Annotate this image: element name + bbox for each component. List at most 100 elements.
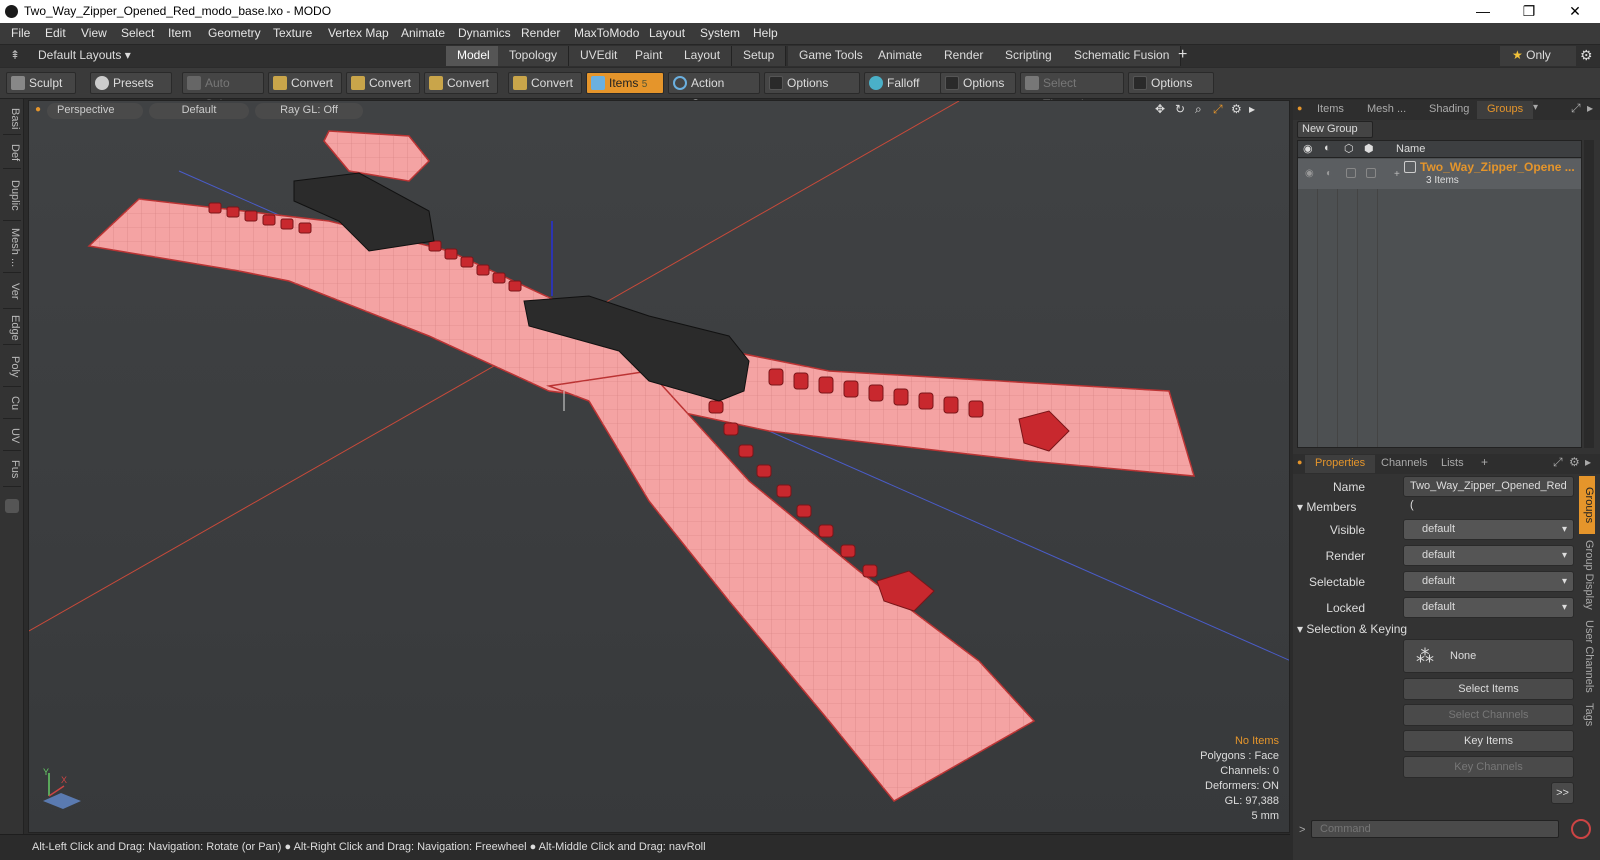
3d-viewport[interactable]: Y X ● Perspective Default Ray GL: Off ✥ … (28, 100, 1290, 833)
tab-render[interactable]: Render (933, 46, 996, 66)
key-channels-button[interactable]: Key Channels (1403, 756, 1574, 778)
menu-select[interactable]: Select (121, 26, 154, 40)
tab-dropdown-icon[interactable]: ▾ (1533, 102, 1538, 113)
menu-item[interactable]: Item (168, 26, 191, 40)
tab-fusion[interactable]: Fus (3, 453, 21, 487)
fit-view-icon[interactable]: ⤢ (1213, 102, 1223, 117)
menu-dynamics[interactable]: Dynamics (458, 26, 511, 40)
shading-dropdown[interactable]: Default (149, 103, 249, 119)
groups-list-scrollbar[interactable] (1584, 140, 1594, 448)
zoom-view-icon[interactable]: ⌕ (1195, 102, 1202, 117)
group-row[interactable]: ◉ ◐ + Two_Way_Zipper_Opene ... 3 Items (1298, 159, 1581, 189)
maximize-button[interactable]: ❐ (1506, 0, 1552, 23)
eye-icon[interactable]: ◉ (1303, 142, 1313, 155)
members-section[interactable]: ▾ Members (1297, 500, 1356, 514)
panel-menu-dot-icon[interactable]: ● (1297, 457, 1302, 467)
selection-keying-section[interactable]: ▾ Selection & Keying (1297, 622, 1407, 636)
menu-layout[interactable]: Layout (649, 26, 685, 40)
default-layouts-dropdown[interactable]: Default Layouts ▾ (38, 48, 131, 62)
tab-edge[interactable]: Edge (3, 311, 21, 345)
menu-render[interactable]: Render (521, 26, 560, 40)
select-toggle-icon[interactable] (1366, 168, 1376, 178)
visible-toggle-icon[interactable]: ◉ (1305, 168, 1314, 179)
expand-group-icon[interactable]: + (1394, 169, 1400, 180)
tab-game-tools[interactable]: Game Tools (788, 46, 875, 66)
name-field[interactable]: Two_Way_Zipper_Opened_Red ( (1403, 476, 1574, 511)
presets-button[interactable]: Presets F6 (90, 72, 172, 111)
tab-mesh[interactable]: Mesh ... (1357, 101, 1416, 119)
record-icon[interactable] (1571, 819, 1591, 839)
menu-maxtomodo[interactable]: MaxToModo (574, 26, 639, 40)
only-toggle[interactable]: ★ Only (1500, 46, 1576, 66)
panel-gear-icon[interactable]: ⚙ (1569, 455, 1580, 469)
menu-view[interactable]: View (81, 26, 107, 40)
tab-lists[interactable]: Lists (1431, 455, 1474, 473)
collapse-panel-icon[interactable]: ▸ (1587, 101, 1593, 115)
menu-file[interactable]: File (11, 26, 30, 40)
group-name[interactable]: Two_Way_Zipper_Opene ... (1420, 160, 1575, 174)
key-items-button[interactable]: Key Items (1403, 730, 1574, 752)
tab-deform[interactable]: Def (3, 137, 21, 169)
tab-curve[interactable]: Cu (3, 389, 21, 419)
raygl-dropdown[interactable]: Ray GL: Off (255, 103, 363, 119)
render-toggle-icon[interactable]: ◐ (1326, 168, 1332, 179)
tab-polygon[interactable]: Poly (3, 347, 21, 387)
select-channels-button[interactable]: Select Channels (1403, 704, 1574, 726)
perspective-dropdown[interactable]: Perspective (47, 103, 143, 119)
lock-toggle-icon[interactable] (1346, 168, 1356, 178)
tab-basic[interactable]: Basi (3, 103, 21, 135)
tab-channels[interactable]: Channels (1371, 455, 1437, 473)
expand-panel-icon[interactable]: ⤢ (1571, 101, 1581, 116)
tab-scripting[interactable]: Scripting (994, 46, 1064, 66)
menu-system[interactable]: System (700, 26, 740, 40)
select-items-button[interactable]: Select Items (1403, 678, 1574, 700)
menu-animate[interactable]: Animate (401, 26, 445, 40)
tab-uvedit[interactable]: UVEdit (569, 46, 630, 66)
menu-texture[interactable]: Texture (273, 26, 312, 40)
sculpt-button[interactable]: Sculpt (6, 72, 76, 94)
tab-uv[interactable]: UV (3, 421, 21, 451)
tab-schematic-fusion[interactable]: Schematic Fusion (1063, 46, 1182, 66)
close-button[interactable]: ✕ (1552, 0, 1598, 23)
tab-topology[interactable]: Topology (498, 46, 570, 66)
move-view-icon[interactable]: ✥ (1155, 102, 1165, 116)
menu-vertex-map[interactable]: Vertex Map (328, 26, 389, 40)
options-button-1[interactable]: Options (764, 72, 860, 94)
viewport-expand-icon[interactable]: ▸ (1249, 102, 1255, 116)
collapse-panel-icon[interactable]: ▸ (1585, 455, 1591, 469)
command-input[interactable] (1311, 820, 1559, 838)
select-through-button[interactable]: Select Through (1020, 72, 1124, 111)
convert-button-4[interactable]: Convert (508, 72, 582, 94)
name-column-header[interactable]: Name (1396, 143, 1425, 155)
lock-icon[interactable]: ⬡ (1344, 142, 1354, 155)
side-tab-groups[interactable]: Groups (1579, 476, 1595, 534)
tab-animate[interactable]: Animate (867, 46, 935, 66)
render-select[interactable]: default ▾ (1403, 545, 1574, 566)
none-button[interactable]: ⁂ None (1403, 639, 1574, 673)
groups-list[interactable]: ◉ ◐ ⬡ ⬢ Name ◉ ◐ + Two_Way_Zipper_Opene … (1297, 140, 1582, 448)
tab-shading[interactable]: Shading (1419, 101, 1479, 119)
tab-groups[interactable]: Groups (1477, 101, 1534, 119)
options-button-3[interactable]: Options (1128, 72, 1214, 94)
viewport-menu-dot-icon[interactable]: ● (35, 104, 41, 115)
select-icon[interactable]: ⬢ (1364, 142, 1374, 155)
rotate-view-icon[interactable]: ↻ (1175, 102, 1185, 116)
menu-edit[interactable]: Edit (45, 26, 66, 40)
tab-vertex[interactable]: Ver (3, 275, 21, 309)
side-tab-group-display[interactable]: Group Display (1579, 536, 1595, 614)
tab-paint[interactable]: Paint (624, 46, 675, 66)
viewport-gear-icon[interactable]: ⚙ (1231, 102, 1242, 116)
tab-setup[interactable]: Setup (732, 46, 787, 66)
auto-select-button[interactable]: Auto Select (182, 72, 264, 111)
add-tab-icon[interactable]: + (1481, 455, 1488, 469)
convert-button-2[interactable]: Convert (346, 72, 420, 94)
items-button[interactable]: Items 5 (586, 72, 664, 94)
gear-icon[interactable]: ⚙ (1580, 47, 1593, 64)
options-button-2[interactable]: Options (940, 72, 1016, 94)
tab-properties[interactable]: Properties (1305, 455, 1376, 473)
tab-items[interactable]: Items (1307, 101, 1354, 119)
action-center-button[interactable]: Action Center (668, 72, 760, 111)
strip-toggle-icon[interactable] (5, 499, 19, 513)
viewport-canvas[interactable] (29, 101, 1290, 833)
pin-icon[interactable]: ⇞ (10, 48, 20, 62)
